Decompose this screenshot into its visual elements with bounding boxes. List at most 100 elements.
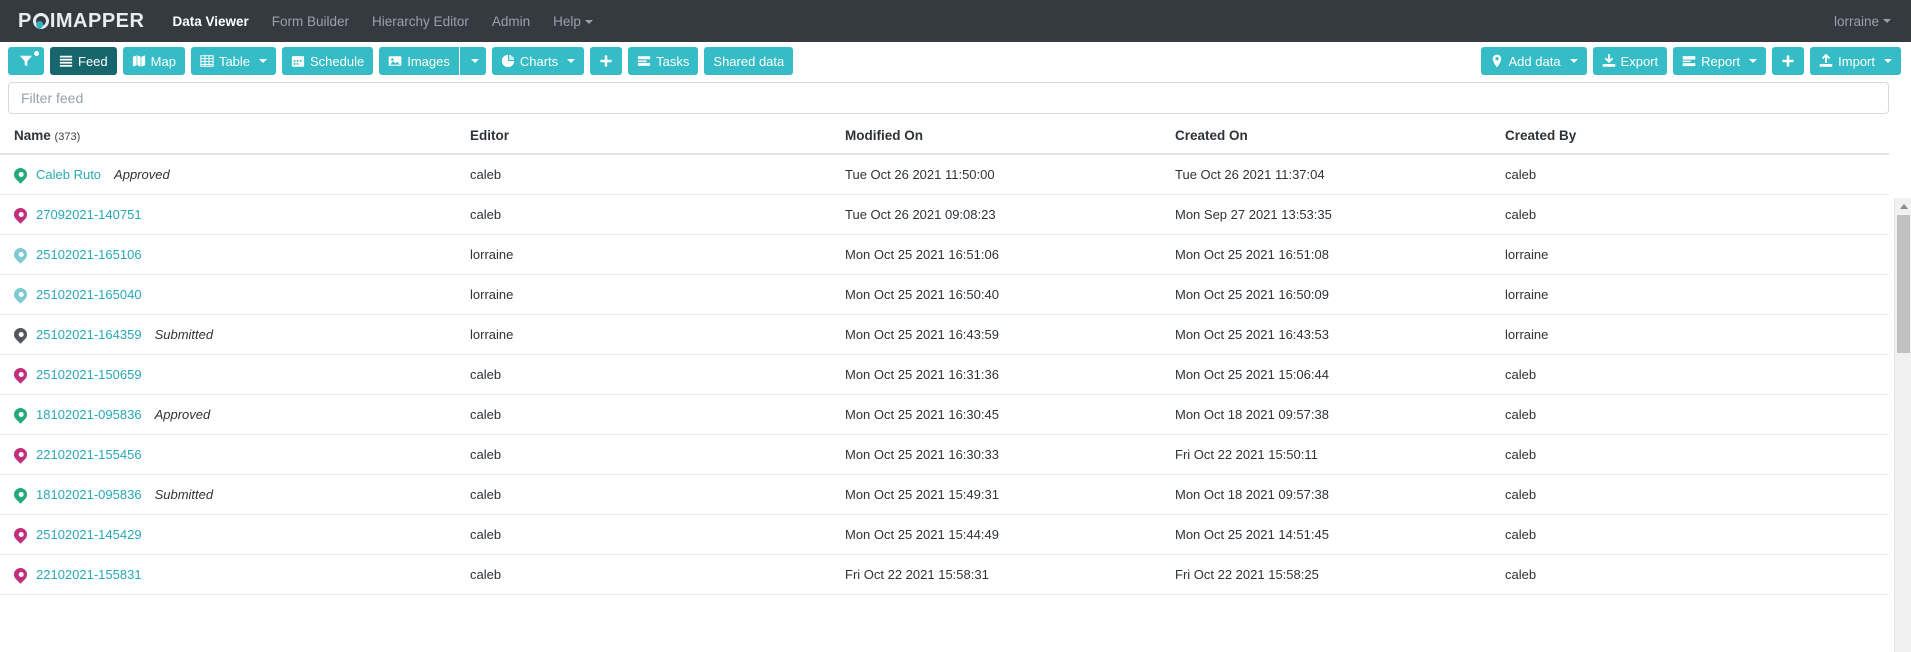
map-button[interactable]: Map	[123, 47, 185, 75]
cell-modified-on: Mon Oct 25 2021 16:31:36	[845, 355, 1175, 395]
map-icon	[132, 54, 146, 68]
cell-modified-on: Mon Oct 25 2021 16:50:40	[845, 275, 1175, 315]
add-button[interactable]	[1772, 47, 1804, 75]
pie-icon	[501, 54, 515, 68]
filter-button[interactable]	[8, 47, 44, 75]
table-row[interactable]: 18102021-095836ApprovedcalebMon Oct 25 2…	[0, 395, 1889, 435]
record-name-link[interactable]: 22102021-155831	[36, 567, 142, 582]
map-pin-icon	[14, 328, 27, 341]
user-menu-label[interactable]: lorraine	[1834, 14, 1879, 29]
record-name-link[interactable]: 18102021-095836	[36, 487, 142, 502]
brand-text-after: IMAPPER	[50, 10, 145, 33]
images-button[interactable]: Images	[379, 47, 459, 75]
cell-editor: lorraine	[470, 235, 845, 275]
record-name-link[interactable]: 25102021-165040	[36, 287, 142, 302]
record-name-link[interactable]: 25102021-145429	[36, 527, 142, 542]
record-name-link[interactable]: 25102021-165106	[36, 247, 142, 262]
feed-button[interactable]: Feed	[50, 47, 117, 75]
images-dropdown[interactable]	[460, 47, 486, 75]
export-button[interactable]: Export	[1593, 47, 1668, 75]
shared-data-button[interactable]: Shared data	[704, 47, 793, 75]
table-row[interactable]: 25102021-145429calebMon Oct 25 2021 15:4…	[0, 515, 1889, 555]
table-row[interactable]: Caleb RutoApprovedcalebTue Oct 26 2021 1…	[0, 154, 1889, 195]
cell-created-on: Mon Oct 25 2021 16:43:53	[1175, 315, 1505, 355]
cell-editor: caleb	[470, 355, 845, 395]
cell-name: 18102021-095836Approved	[0, 395, 470, 435]
column-header-created-by[interactable]: Created By	[1505, 114, 1889, 154]
table-row[interactable]: 22102021-155456calebMon Oct 25 2021 16:3…	[0, 435, 1889, 475]
column-header-created-on[interactable]: Created On	[1175, 114, 1505, 154]
record-name-link[interactable]: 25102021-164359	[36, 327, 142, 342]
record-name-link[interactable]: 22102021-155456	[36, 447, 142, 462]
cell-editor: lorraine	[470, 275, 845, 315]
nav-link-admin[interactable]: Admin	[492, 14, 530, 29]
schedule-button[interactable]: Schedule	[282, 47, 373, 75]
charts-add-button[interactable]	[590, 47, 622, 75]
nav-link-label: Data Viewer	[172, 14, 248, 29]
chevron-down-icon	[471, 59, 479, 63]
feed-table-body: Caleb RutoApprovedcalebTue Oct 26 2021 1…	[0, 154, 1889, 595]
chevron-down-icon	[1570, 59, 1578, 63]
tasks-button[interactable]: Tasks	[628, 47, 698, 75]
nav-link-form-builder[interactable]: Form Builder	[272, 14, 349, 29]
nav-link-data-viewer[interactable]: Data Viewer	[172, 14, 248, 29]
table-row[interactable]: 18102021-095836SubmittedcalebMon Oct 25 …	[0, 475, 1889, 515]
vertical-scrollbar[interactable]	[1894, 198, 1911, 652]
charts-button-label: Charts	[520, 54, 558, 69]
charts-button[interactable]: Charts	[492, 47, 584, 75]
feed-table: Name (373) Editor Modified On Created On…	[0, 114, 1889, 595]
cell-created-by: caleb	[1505, 395, 1889, 435]
scroll-up-arrow-icon[interactable]	[1895, 198, 1911, 215]
table-button[interactable]: Table	[191, 47, 276, 75]
table-row[interactable]: 25102021-165040 lorraineMon Oct 25 2021 1…	[0, 275, 1889, 315]
column-header-editor[interactable]: Editor	[470, 114, 845, 154]
cell-created-on: Fri Oct 22 2021 15:58:25	[1175, 555, 1505, 595]
funnel-icon	[19, 54, 33, 68]
map-pin-icon	[14, 368, 27, 381]
record-name-link[interactable]: 25102021-150659	[36, 367, 142, 382]
cell-name: 18102021-095836Submitted	[0, 475, 470, 515]
nav-link-hierarchy-editor[interactable]: Hierarchy Editor	[372, 14, 469, 29]
table-row[interactable]: 25102021-164359SubmittedlorraineMon Oct …	[0, 315, 1889, 355]
import-button[interactable]: Import	[1810, 47, 1901, 75]
table-row[interactable]: 27092021-140751calebTue Oct 26 2021 09:0…	[0, 195, 1889, 235]
scrollbar-thumb[interactable]	[1897, 215, 1910, 353]
map-pin-icon	[33, 13, 49, 29]
nav-link-help[interactable]: Help	[553, 14, 593, 29]
map-pin-icon	[14, 408, 27, 421]
column-header-modified-on[interactable]: Modified On	[845, 114, 1175, 154]
cell-name: 25102021-164359Submitted	[0, 315, 470, 355]
cell-name: 25102021-165040	[0, 275, 470, 315]
filter-feed-input[interactable]	[8, 82, 1889, 114]
cell-name: 27092021-140751	[0, 195, 470, 235]
table-row[interactable]: 25102021-150659 calebMon Oct 25 2021 16:3…	[0, 355, 1889, 395]
record-name-link[interactable]: 27092021-140751	[36, 207, 142, 222]
record-name-link[interactable]: 18102021-095836	[36, 407, 142, 422]
cell-created-on: Tue Oct 26 2021 11:37:04	[1175, 154, 1505, 195]
shared-data-button-label: Shared data	[713, 54, 784, 69]
record-name-link[interactable]: Caleb Ruto	[36, 167, 101, 182]
user-menu[interactable]: lorraine	[1834, 0, 1891, 42]
map-button-label: Map	[151, 54, 176, 69]
report-button-label: Report	[1701, 54, 1740, 69]
table-button-label: Table	[219, 54, 250, 69]
cell-modified-on: Mon Oct 25 2021 16:43:59	[845, 315, 1175, 355]
cell-created-on: Mon Oct 25 2021 14:51:45	[1175, 515, 1505, 555]
nav-link-label: Form Builder	[272, 14, 349, 29]
add-data-button[interactable]: Add data	[1481, 47, 1587, 75]
column-header-name[interactable]: Name (373)	[0, 114, 470, 154]
chevron-down-icon	[1883, 19, 1891, 23]
brand-logo[interactable]: PIMAPPER	[18, 10, 144, 33]
location-pin-icon	[1490, 54, 1504, 68]
feed-button-label: Feed	[78, 54, 108, 69]
download-icon	[1602, 54, 1616, 68]
table-row[interactable]: 25102021-165106lorraineMon Oct 25 2021 1…	[0, 235, 1889, 275]
upload-icon	[1819, 54, 1833, 68]
image-icon	[388, 54, 402, 68]
cell-created-by: caleb	[1505, 195, 1889, 235]
table-row[interactable]: 22102021-155831calebFri Oct 22 2021 15:5…	[0, 555, 1889, 595]
report-button[interactable]: Report	[1673, 47, 1766, 75]
cell-name: 22102021-155456	[0, 435, 470, 475]
main-nav: Data Viewer Form Builder Hierarchy Editor A…	[172, 14, 592, 29]
tasks-icon	[637, 54, 651, 68]
